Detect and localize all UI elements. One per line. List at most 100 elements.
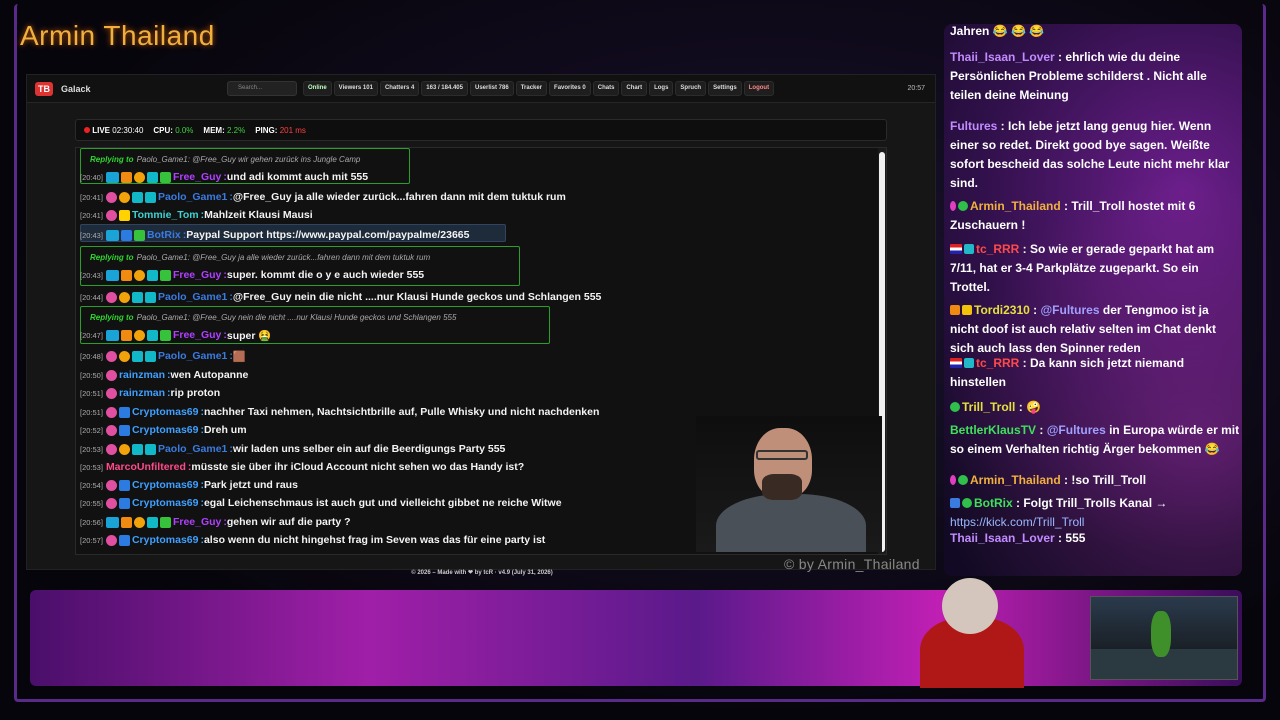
user-badge-icon: [159, 516, 171, 528]
message-text: gehen wir auf die party ?: [226, 516, 351, 528]
nav-chats-button[interactable]: Chats: [592, 81, 620, 96]
message-username[interactable]: Cryptomas69: [132, 534, 199, 546]
message-text: und adi kommt auch mit 555: [226, 171, 369, 183]
message-username[interactable]: Free_Guy: [173, 516, 221, 528]
channel-brand-title: Armin Thailand: [20, 20, 215, 51]
user-badge-icon: [105, 191, 117, 203]
chat-message: [20:43] BotRix: Paypal Support https://www…: [80, 226, 469, 244]
message-username[interactable]: Paolo_Game1: [158, 291, 227, 303]
message-text: 🟫: [232, 350, 246, 363]
live-dot-icon: [84, 126, 90, 133]
message-text: also wenn du nicht hingehst frag im Seve…: [203, 534, 546, 546]
ping-label: PING:: [255, 125, 278, 135]
chat-message: [20:54] Cryptomas69: Park jetzt und raus: [80, 476, 298, 494]
message-username[interactable]: Free_Guy: [173, 269, 221, 281]
user-badge-icon: [105, 534, 117, 546]
webcam-feed: [696, 416, 882, 552]
nav-logout-button[interactable]: Logout: [743, 81, 775, 96]
user-badge-icon: [118, 534, 130, 546]
message-username[interactable]: BotRix: [147, 229, 181, 241]
nav-chart-button[interactable]: Chart: [621, 81, 648, 96]
message-text: super 🤮: [226, 329, 272, 342]
live-indicator: LIVE 02:30:40: [84, 126, 143, 135]
nav-tracker-button[interactable]: Tracker: [515, 81, 548, 96]
nav-favorites-button[interactable]: Favorites 0: [549, 81, 591, 96]
nav-spruch-button[interactable]: Spruch: [675, 81, 707, 96]
message-username[interactable]: Cryptomas69: [132, 424, 199, 436]
nav-messages-button[interactable]: 163 / 184.405: [421, 81, 468, 96]
user-badge-icon: [105, 443, 117, 455]
nav-logs-button[interactable]: Logs: [649, 81, 674, 96]
message-username[interactable]: MarcoUnfiltered: [106, 461, 186, 473]
bottom-banner: [30, 590, 1242, 686]
overlay-username: BotRix: [974, 496, 1013, 510]
message-username[interactable]: Paolo_Game1: [158, 191, 227, 203]
mem-stat: MEM: 2.2%: [203, 126, 245, 135]
user-badge-icon: [120, 516, 132, 528]
message-username[interactable]: Free_Guy: [173, 329, 221, 341]
verified-badge-icon: [962, 498, 972, 508]
gold-badge-icon: [962, 305, 972, 315]
flag-badge-icon: [950, 244, 962, 254]
overlay-chat-message: Armin_Thailand : !so Trill_Troll: [950, 471, 1240, 490]
live-label: LIVE: [92, 125, 111, 135]
reply-prefix: Replying to: [90, 312, 134, 322]
user-badge-icon: [159, 171, 171, 183]
chat-message: [20:51] Cryptomas69: nachher Taxi nehmen, …: [80, 403, 599, 421]
app-topbar: TB Galack Search... Online Viewers 101 C…: [27, 75, 935, 103]
message-username[interactable]: rainzman: [119, 369, 165, 381]
chat-message: [20:52] Cryptomas69: Dreh um: [80, 421, 247, 439]
overlay-chat-message: Armin_Thailand : Trill_Troll hostet mit …: [950, 199, 1196, 232]
message-username[interactable]: Cryptomas69: [132, 497, 199, 509]
user-badge-icon: [146, 516, 158, 528]
message-timestamp: [20:55]: [80, 498, 103, 508]
reply-context: Replying to Paolo_Game1: @Free_Guy ja all…: [80, 248, 430, 266]
user-badge-icon: [105, 269, 119, 281]
message-username[interactable]: Paolo_Game1: [158, 443, 227, 455]
user-badge-icon: [118, 291, 130, 303]
message-timestamp: [20:54]: [80, 480, 103, 490]
user-badge-icon: [105, 516, 119, 528]
overlay-message-text: 🤪: [1026, 400, 1041, 414]
ping-value: 201 ms: [279, 125, 306, 135]
nav-online-button[interactable]: Online: [303, 81, 332, 96]
nav-bar: Online Viewers 101 Chatters 4 163 / 184.…: [303, 81, 775, 96]
user-badge-icon: [120, 229, 132, 241]
user-badge-icon: [131, 191, 143, 203]
user-badge-icon: [105, 209, 117, 221]
message-username[interactable]: Tommie_Tom: [132, 209, 199, 221]
search-input[interactable]: Search...: [227, 81, 297, 96]
nav-userlist-button[interactable]: Userlist 786: [469, 81, 514, 96]
user-badge-icon: [118, 424, 130, 436]
user-badge-icon: [133, 171, 145, 183]
overlay-username: BettlerKlausTV: [950, 423, 1037, 437]
nav-viewers-button[interactable]: Viewers 101: [333, 81, 378, 96]
user-badge-icon: [105, 369, 117, 381]
overlay-message-text: 555: [1065, 531, 1086, 545]
chat-message: [20:44] Paolo_Game1: @Free_Guy nein die ni…: [80, 288, 601, 306]
message-username[interactable]: Free_Guy: [173, 171, 221, 183]
message-timestamp: [20:56]: [80, 517, 103, 527]
overlay-chat-message: Thaii_Isaan_Lover : ehrlich wie du deine…: [950, 50, 1207, 102]
overlay-chat-message: tc_RRR : Da kann sich jetzt niemand hins…: [950, 356, 1185, 389]
message-username[interactable]: Cryptomas69: [132, 406, 199, 418]
message-username[interactable]: Paolo_Game1: [158, 350, 227, 362]
message-text: @Free_Guy nein die nicht ....nur Klausi …: [232, 291, 602, 303]
message-timestamp: [20:48]: [80, 351, 103, 361]
message-username[interactable]: Cryptomas69: [132, 479, 199, 491]
user-badge-icon: [118, 443, 130, 455]
overlay-link[interactable]: https://kick.com/Trill_Troll: [950, 515, 1084, 529]
nav-chatters-button[interactable]: Chatters 4: [379, 81, 420, 96]
ping-stat: PING: 201 ms: [255, 126, 306, 135]
user-badge-icon: [144, 291, 156, 303]
sq-badge-icon: [964, 244, 974, 254]
user-badge-icon: [144, 350, 156, 362]
overlay-username: tc_RRR: [976, 356, 1020, 370]
message-text: wen Autopanne: [170, 369, 249, 381]
nav-settings-button[interactable]: Settings: [708, 81, 742, 96]
message-text: wir laden uns selber ein auf die Beerdig…: [232, 443, 506, 455]
user-badge-icon: [133, 516, 145, 528]
message-username[interactable]: rainzman: [119, 387, 165, 399]
message-timestamp: [20:52]: [80, 425, 103, 435]
cpu-value: 0.0%: [175, 125, 194, 135]
